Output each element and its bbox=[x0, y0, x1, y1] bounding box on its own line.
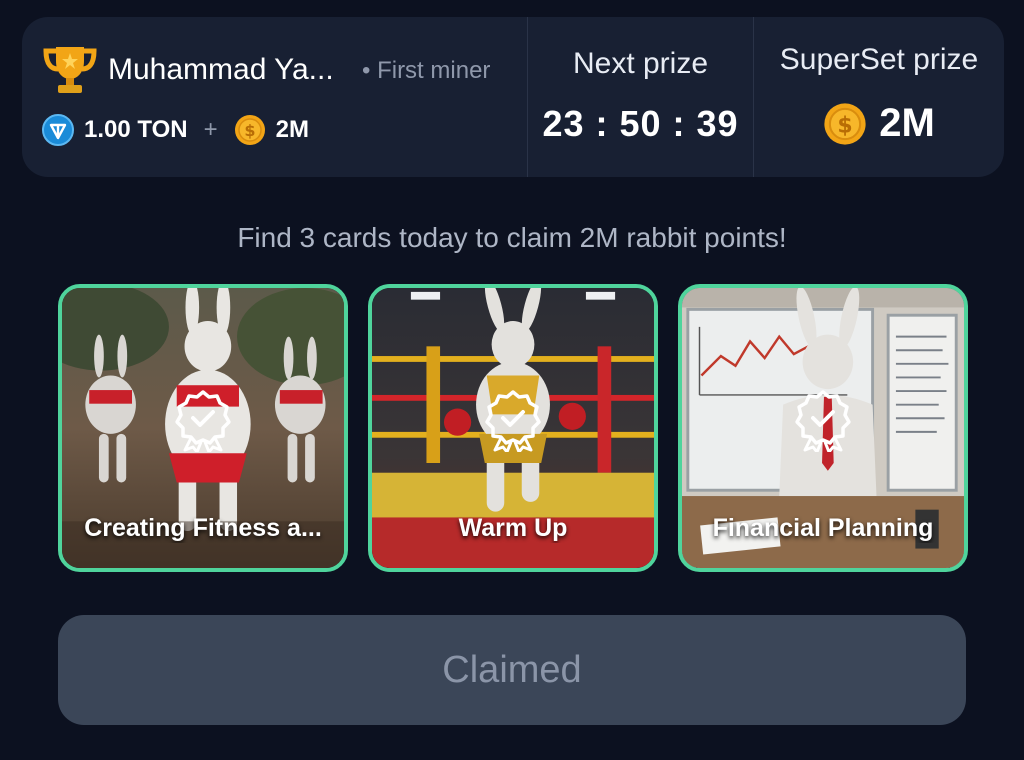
superset-prize-label: SuperSet prize bbox=[779, 43, 979, 76]
card-row: Creating Fitness a... Warm Up Financial … bbox=[58, 284, 968, 572]
badge-check-icon bbox=[795, 390, 851, 452]
ton-amount: 1.00 TON bbox=[84, 116, 188, 143]
card-title: Warm Up bbox=[458, 514, 568, 542]
coin-icon: $ bbox=[824, 102, 866, 145]
next-prize-section: Next prize 23 : 50 : 39 bbox=[528, 17, 754, 177]
card-title: Creating Fitness a... bbox=[84, 514, 322, 542]
page: Muhammad Ya... • First miner 1.00 TON + … bbox=[0, 0, 1024, 760]
prize-panel: Muhammad Ya... • First miner 1.00 TON + … bbox=[22, 17, 1004, 177]
next-prize-label: Next prize bbox=[572, 47, 709, 80]
ton-icon bbox=[42, 114, 74, 146]
superset-prize-amount: 2M bbox=[879, 101, 935, 145]
miner-section[interactable]: Muhammad Ya... • First miner 1.00 TON + … bbox=[22, 17, 528, 177]
claimed-button[interactable]: Claimed bbox=[58, 615, 966, 725]
card-warm-up[interactable]: Warm Up bbox=[368, 284, 658, 572]
superset-prize-value: $ 2M bbox=[754, 101, 1004, 146]
hint-text: Find 3 cards today to claim 2M rabbit po… bbox=[237, 222, 787, 253]
miner-tag: • First miner bbox=[362, 57, 491, 84]
coin-amount: 2M bbox=[275, 116, 309, 143]
plus-sign: + bbox=[203, 116, 218, 143]
card-financial-planning[interactable]: Financial Planning bbox=[678, 284, 968, 572]
badge-check-icon bbox=[175, 390, 231, 452]
badge-check-icon bbox=[485, 390, 541, 452]
superset-prize-section: SuperSet prize $ 2M bbox=[754, 17, 1004, 177]
miner-name: Muhammad Ya... bbox=[108, 53, 334, 86]
card-title: Financial Planning bbox=[712, 514, 934, 542]
trophy-icon bbox=[43, 47, 97, 93]
svg-text:$: $ bbox=[244, 121, 255, 140]
svg-text:$: $ bbox=[838, 113, 853, 138]
coin-icon: $ bbox=[234, 115, 265, 145]
miner-reward: 1.00 TON + $ 2M bbox=[42, 113, 309, 147]
countdown-timer: 23 : 50 : 39 bbox=[542, 103, 739, 144]
card-fitness[interactable]: Creating Fitness a... bbox=[58, 284, 348, 572]
